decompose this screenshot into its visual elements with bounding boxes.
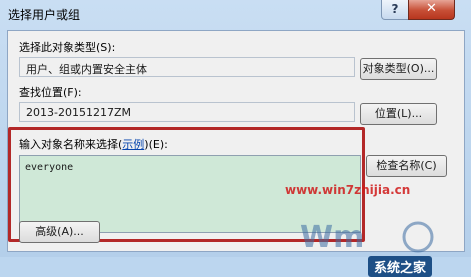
advanced-button[interactable]: 高级(A)...	[19, 221, 100, 243]
help-button[interactable]: ?	[381, 0, 409, 20]
watermark-url: www.win7zhijia.cn	[285, 183, 411, 197]
check-names-button[interactable]: 检查名称(C)	[366, 155, 447, 177]
object-types-button[interactable]: 对象类型(O)...	[360, 58, 437, 80]
dialog-body: 选择此对象类型(S): 用户、组或内置安全主体 对象类型(O)... 查找位置(…	[7, 30, 465, 277]
object-type-field: 用户、组或内置安全主体	[19, 57, 355, 77]
locations-button[interactable]: 位置(L)...	[360, 103, 437, 125]
watermark-brand: 系统之家	[368, 256, 433, 277]
object-type-label: 选择此对象类型(S):	[19, 41, 116, 54]
title-bar[interactable]: 选择用户或组 ? ✕	[0, 0, 471, 30]
window-title: 选择用户或组	[8, 8, 81, 22]
location-field: 2013-20151217ZM	[19, 102, 355, 122]
svg-text:Wm: Wm	[300, 220, 364, 255]
enter-names-label: 输入对象名称来选择(示例)(E):	[19, 138, 168, 151]
location-label: 查找位置(F):	[19, 86, 82, 99]
close-button[interactable]: ✕	[408, 0, 455, 20]
watermark-logo-icon: Wm	[300, 220, 434, 255]
dialog-window: 选择用户或组 ? ✕ 选择此对象类型(S): 用户、组或内置安全主体 对象类型(…	[0, 0, 471, 277]
examples-link[interactable]: 示例	[122, 138, 144, 151]
